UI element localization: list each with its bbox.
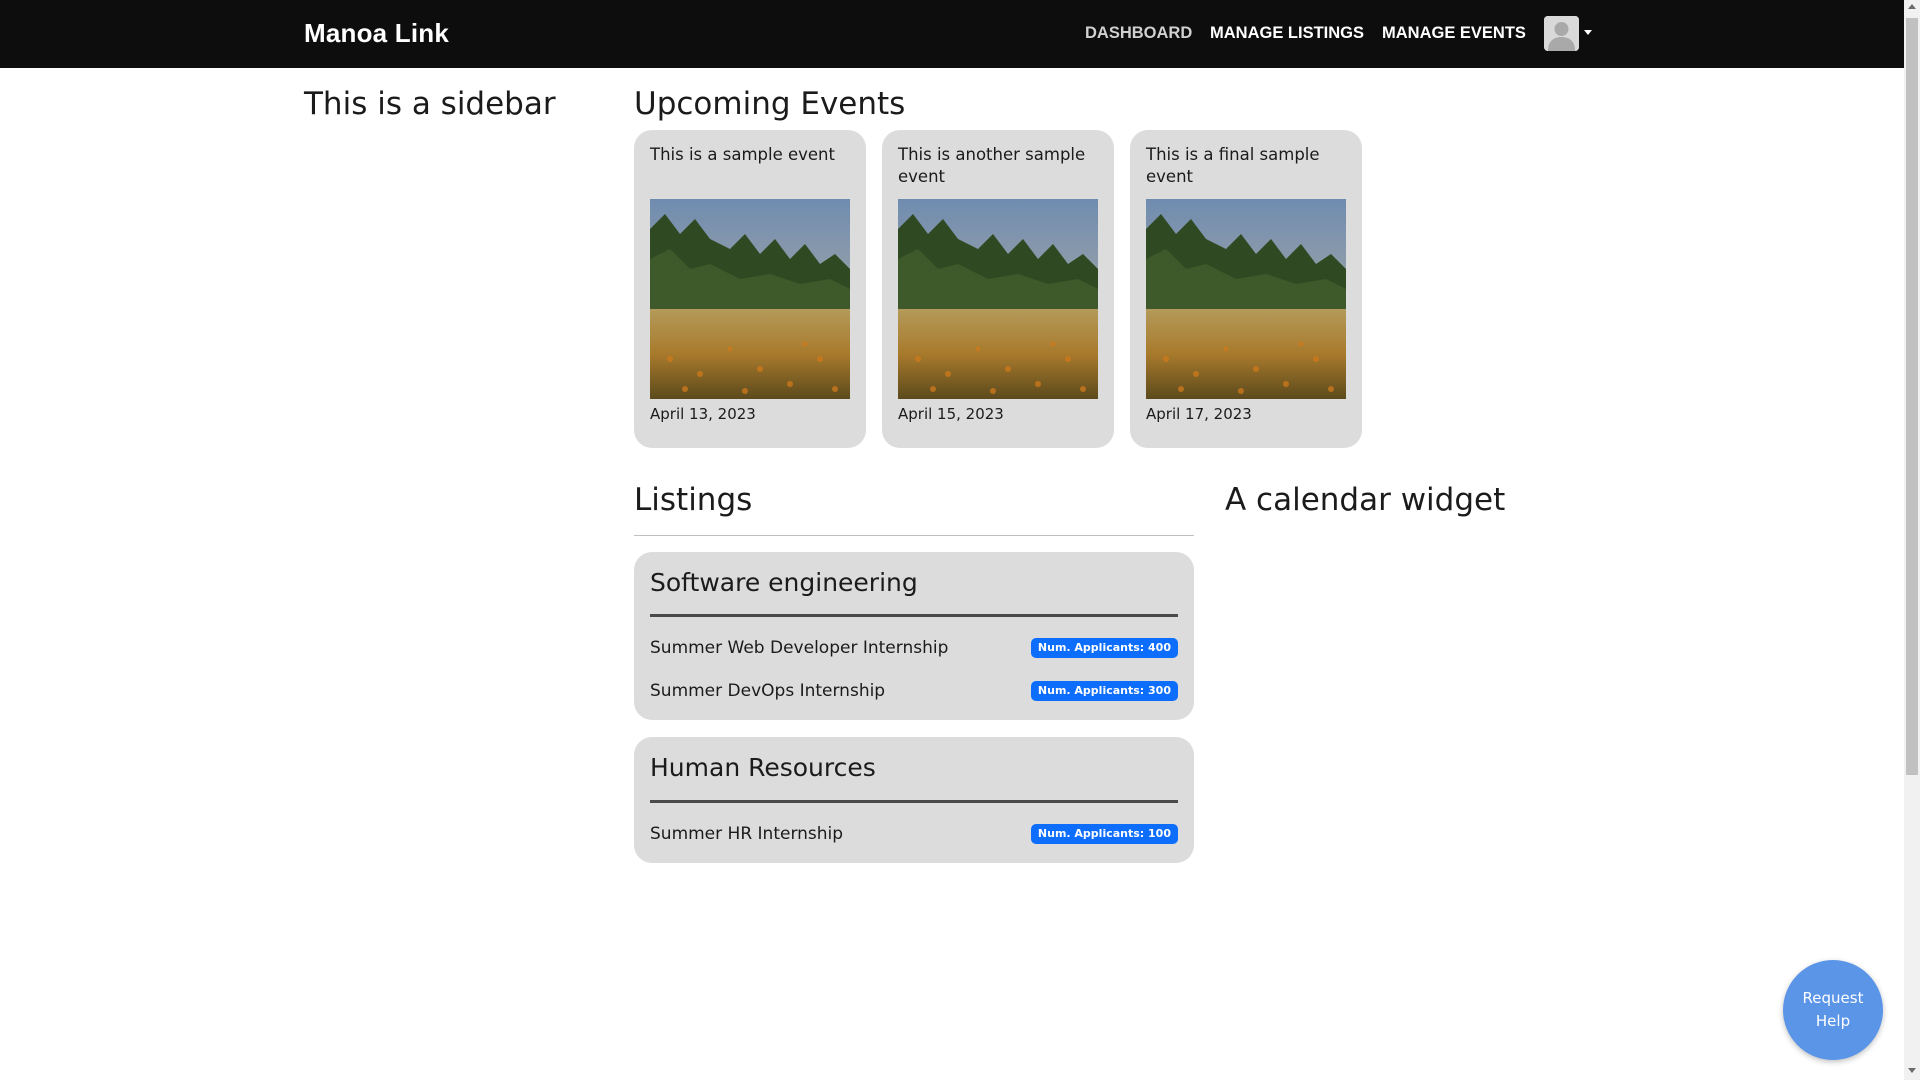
listings-divider [634, 535, 1194, 536]
event-title: This is a sample event [650, 145, 835, 164]
listing-group-title: Software engineering [650, 568, 918, 597]
user-menu-dropdown[interactable] [1544, 16, 1596, 52]
event-card[interactable]: This is a final sample event April 17, 2… [1130, 130, 1362, 448]
applicants-badge: Num. Applicants: 100 [1030, 824, 1178, 844]
event-card[interactable]: This is another sample event April 15, 2… [882, 130, 1114, 448]
event-image [1146, 199, 1346, 399]
listing-item-label: Summer Web Developer Internship [650, 638, 949, 658]
event-image [650, 199, 850, 399]
page-scrollbar[interactable] [1904, 0, 1920, 1080]
listing-item[interactable]: Summer DevOps Internship Num. Applicants… [650, 679, 1178, 703]
sidebar-heading: This is a sidebar [304, 86, 556, 122]
listing-group-rule [650, 800, 1178, 803]
applicants-badge: Num. Applicants: 400 [1030, 638, 1178, 658]
applicants-badge: Num. Applicants: 300 [1030, 681, 1178, 701]
event-date: April 15, 2023 [898, 405, 1004, 423]
listings-heading: Listings [634, 482, 753, 518]
event-card[interactable]: This is a sample event April 13, 2023 [634, 130, 866, 448]
nav-manage-events-link[interactable]: MANAGE EVENTS [1382, 24, 1526, 43]
event-image [898, 199, 1098, 399]
event-date: April 13, 2023 [650, 405, 756, 423]
chevron-down-icon [1584, 30, 1592, 35]
listing-group-card: Software engineering Summer Web Develope… [634, 552, 1194, 720]
listing-item[interactable]: Summer Web Developer Internship Num. App… [650, 636, 1178, 660]
scroll-up-arrow-icon[interactable] [1908, 4, 1916, 9]
listing-group-title: Human Resources [650, 753, 876, 782]
upcoming-events-heading: Upcoming Events [634, 86, 906, 122]
listing-group-card: Human Resources Summer HR Internship Num… [634, 737, 1194, 863]
top-navbar: Manoa Link DASHBOARD MANAGE LISTINGS MAN… [0, 0, 1904, 68]
event-title: This is another sample event [898, 145, 1086, 186]
brand-logo[interactable]: Manoa Link [304, 18, 449, 49]
event-date: April 17, 2023 [1146, 405, 1252, 423]
listing-item-label: Summer DevOps Internship [650, 681, 886, 701]
request-help-label: Request Help [1802, 989, 1864, 1030]
nav-dashboard-link[interactable]: DASHBOARD [1085, 24, 1192, 43]
calendar-widget-heading: A calendar widget [1225, 482, 1506, 518]
listing-item[interactable]: Summer HR Internship Num. Applicants: 10… [650, 822, 1178, 846]
scrollbar-thumb[interactable] [1906, 18, 1918, 775]
nav-manage-listings-link[interactable]: MANAGE LISTINGS [1210, 24, 1364, 43]
request-help-button[interactable]: Request Help [1783, 960, 1883, 1060]
scroll-down-arrow-icon[interactable] [1908, 1068, 1916, 1073]
listing-item-label: Summer HR Internship [650, 824, 844, 844]
event-title: This is a final sample event [1146, 145, 1320, 186]
user-avatar-icon [1544, 16, 1579, 51]
listing-group-rule [650, 614, 1178, 617]
